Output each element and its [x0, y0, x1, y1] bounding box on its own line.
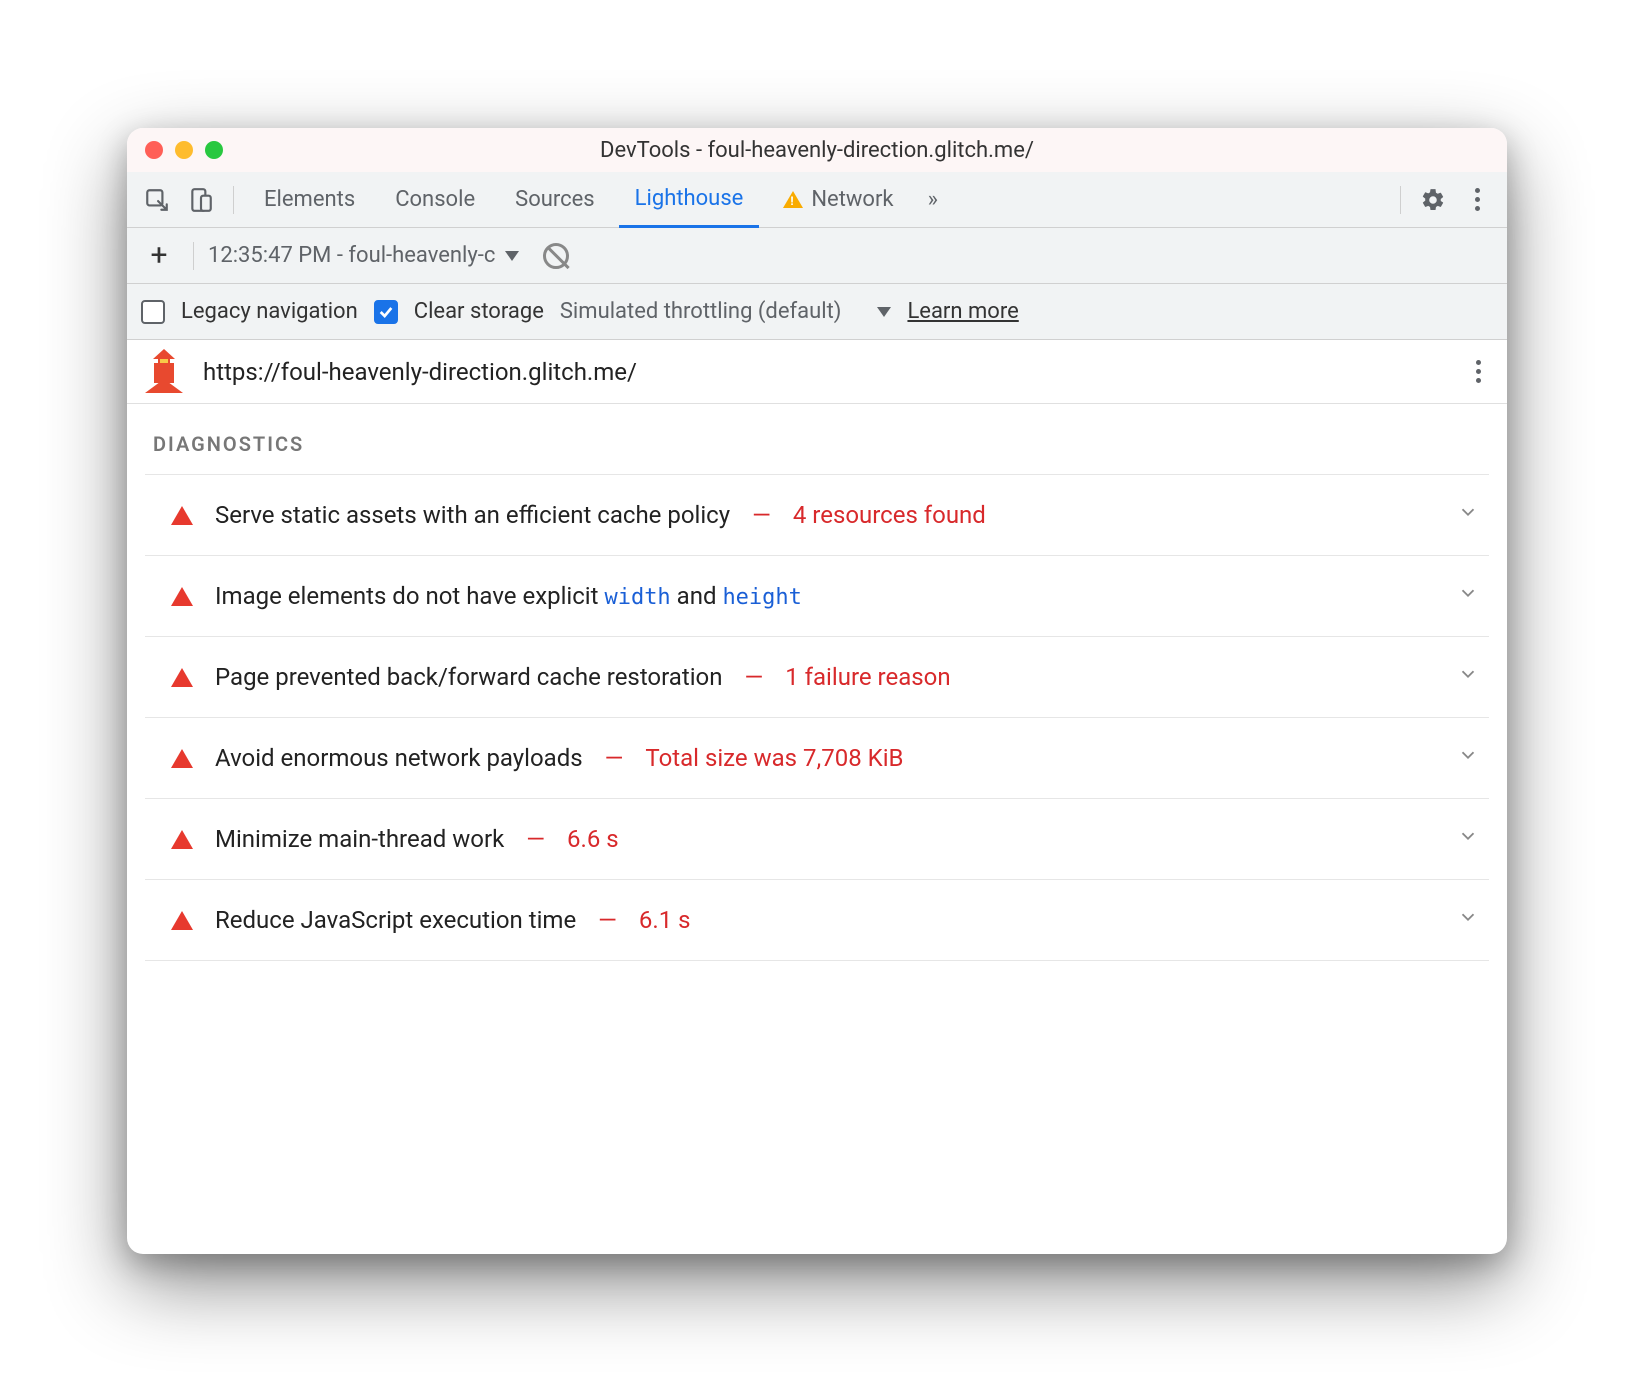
- tab-lighthouse[interactable]: Lighthouse: [619, 172, 760, 228]
- diagnostic-title: Minimize main-thread work: [215, 825, 504, 853]
- diagnostics-list: Serve static assets with an efficient ca…: [145, 474, 1489, 961]
- tab-console[interactable]: Console: [379, 172, 491, 228]
- lighthouse-options-bar: Legacy navigation Clear storage Simulate…: [127, 284, 1507, 340]
- fail-triangle-icon: [171, 668, 193, 687]
- clear-storage-checkbox[interactable]: [374, 300, 398, 324]
- fail-triangle-icon: [171, 911, 193, 930]
- diagnostic-detail: 6.1 s: [639, 906, 691, 934]
- diagnostic-title: Avoid enormous network payloads: [215, 744, 583, 772]
- dash-separator: —: [598, 906, 617, 934]
- separator: [233, 186, 234, 214]
- legacy-navigation-label: Legacy navigation: [181, 299, 358, 324]
- report-menu-icon[interactable]: [1468, 352, 1489, 391]
- clear-storage-label: Clear storage: [414, 299, 544, 324]
- learn-more-link[interactable]: Learn more: [907, 299, 1018, 324]
- fail-triangle-icon: [171, 830, 193, 849]
- window-title: DevTools - foul-heavenly-direction.glitc…: [143, 138, 1491, 163]
- report-url-bar: https://foul-heavenly-direction.glitch.m…: [127, 340, 1507, 404]
- dash-separator: —: [744, 663, 763, 691]
- fail-triangle-icon: [171, 506, 193, 525]
- section-title: DIAGNOSTICS: [153, 432, 1489, 456]
- chevron-down-icon: [1457, 663, 1479, 691]
- diagnostic-title: Serve static assets with an efficient ca…: [215, 501, 730, 529]
- diagnostic-title: Page prevented back/forward cache restor…: [215, 663, 722, 691]
- separator: [193, 242, 194, 270]
- report-selector[interactable]: 12:35:47 PM - foul-heavenly-c: [208, 243, 519, 268]
- legacy-navigation-checkbox[interactable]: [141, 300, 165, 324]
- chevron-down-icon: [1457, 501, 1479, 529]
- tabs-overflow-button[interactable]: »: [918, 172, 948, 228]
- tab-network-label: Network: [811, 187, 893, 212]
- diagnostic-row[interactable]: Serve static assets with an efficient ca…: [145, 474, 1489, 555]
- diagnostic-detail: Total size was 7,708 KiB: [645, 744, 903, 772]
- diagnostic-row[interactable]: Minimize main-thread work — 6.6 s: [145, 798, 1489, 879]
- diagnostic-detail: 4 resources found: [793, 501, 986, 529]
- report-selector-label: 12:35:47 PM - foul-heavenly-c: [208, 243, 495, 268]
- new-report-button[interactable]: +: [139, 236, 179, 276]
- traffic-lights: [145, 141, 223, 159]
- panel-tabstrip: Elements Console Sources Lighthouse Netw…: [127, 172, 1507, 228]
- fail-triangle-icon: [171, 749, 193, 768]
- diagnostic-title: Reduce JavaScript execution time: [215, 906, 576, 934]
- devtools-window: DevTools - foul-heavenly-direction.glitc…: [127, 128, 1507, 1254]
- chevron-down-icon: [1457, 825, 1479, 853]
- chevron-down-icon: [1457, 744, 1479, 772]
- diagnostic-row[interactable]: Avoid enormous network payloads — Total si…: [145, 717, 1489, 798]
- throttling-caret-icon[interactable]: [877, 307, 891, 317]
- minimize-window-button[interactable]: [175, 141, 193, 159]
- separator: [1400, 186, 1401, 214]
- tab-elements[interactable]: Elements: [248, 172, 371, 228]
- dash-separator: —: [752, 501, 771, 529]
- chevron-down-icon: [1457, 906, 1479, 934]
- diagnostic-detail: 6.6 s: [567, 825, 619, 853]
- chevron-down-icon: [1457, 582, 1479, 610]
- tab-sources[interactable]: Sources: [499, 172, 611, 228]
- diagnostic-row[interactable]: Reduce JavaScript execution time — 6.1 s: [145, 879, 1489, 961]
- maximize-window-button[interactable]: [205, 141, 223, 159]
- report-url: https://foul-heavenly-direction.glitch.m…: [203, 358, 637, 386]
- throttling-label: Simulated throttling (default): [560, 299, 842, 324]
- more-menu-icon[interactable]: [1459, 182, 1495, 218]
- warning-icon: [783, 191, 803, 208]
- clear-reports-icon[interactable]: [543, 243, 569, 269]
- fail-triangle-icon: [171, 587, 193, 606]
- diagnostic-detail: 1 failure reason: [785, 663, 950, 691]
- close-window-button[interactable]: [145, 141, 163, 159]
- settings-gear-icon[interactable]: [1415, 182, 1451, 218]
- caret-down-icon: [505, 251, 519, 261]
- diagnostic-row[interactable]: Page prevented back/forward cache restor…: [145, 636, 1489, 717]
- tab-network[interactable]: Network: [767, 172, 909, 228]
- device-toolbar-icon[interactable]: [183, 182, 219, 218]
- lighthouse-toolbar: + 12:35:47 PM - foul-heavenly-c: [127, 228, 1507, 284]
- dash-separator: —: [526, 825, 545, 853]
- titlebar: DevTools - foul-heavenly-direction.glitc…: [127, 128, 1507, 172]
- dash-separator: —: [605, 744, 624, 772]
- diagnostic-row[interactable]: Image elements do not have explicit widt…: [145, 555, 1489, 636]
- lighthouse-logo-icon: [145, 351, 183, 393]
- inspect-element-icon[interactable]: [139, 182, 175, 218]
- report-content: DIAGNOSTICS Serve static assets with an …: [127, 404, 1507, 1254]
- diagnostic-title: Image elements do not have explicit widt…: [215, 582, 802, 610]
